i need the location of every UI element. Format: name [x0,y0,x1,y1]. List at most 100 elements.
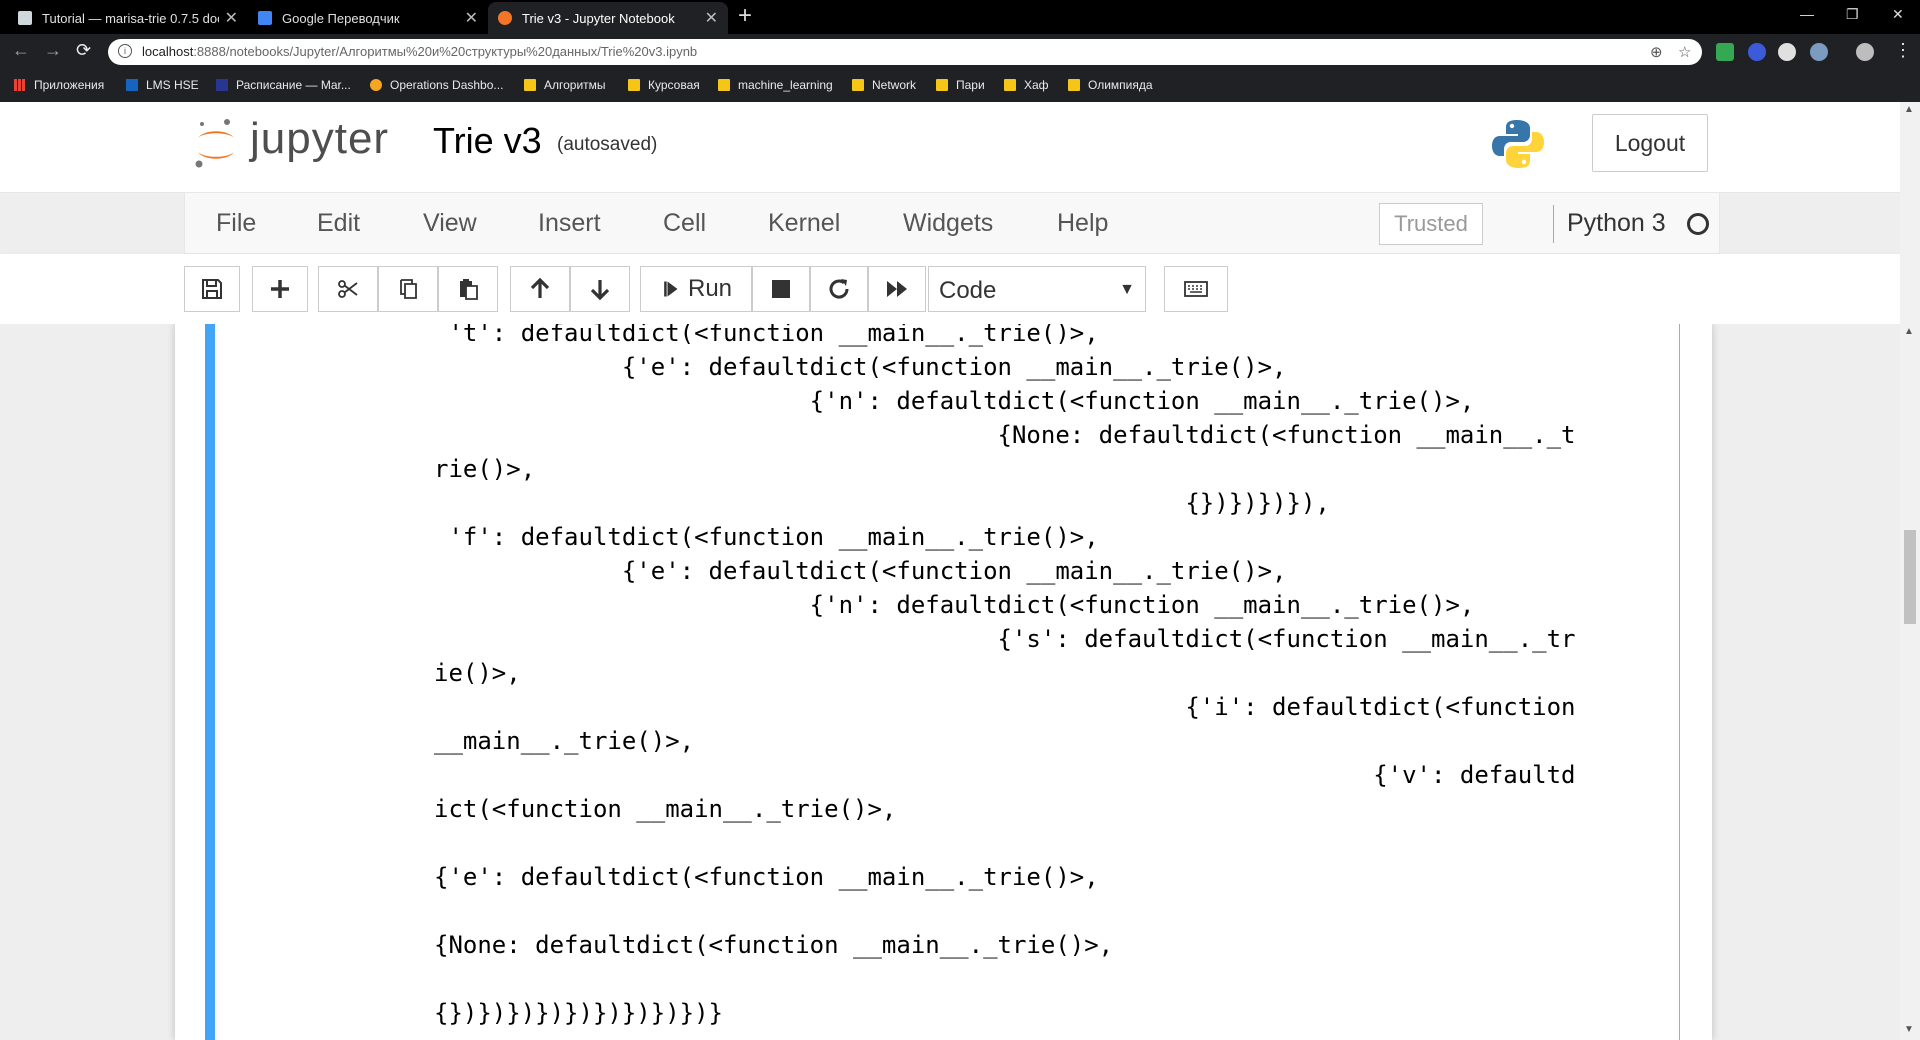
scroll-up-arrow-icon[interactable]: ▲ [1904,104,1914,115]
cell-type-value: Code [939,277,997,304]
bookmark-operations-dashboard[interactable]: Operations Dashbo... [370,78,503,92]
insert-cell-below-button[interactable] [252,266,308,312]
fast-forward-icon [887,281,907,297]
output-line: {'n': defaultdict(<function __main__._tr… [434,591,1475,619]
save-button[interactable] [184,266,240,312]
bookmark-folder-algorithms[interactable]: Алгоритмы [524,78,606,92]
apps-grid-icon [14,79,26,91]
browser-tab-strip: Tutorial — marisa-trie 0.7.5 docu ✕ Goog… [0,0,1920,34]
close-window-icon[interactable]: ✕ [1892,6,1904,23]
zoom-icon[interactable]: ⊕ [1650,43,1663,61]
restart-run-all-button[interactable] [868,266,926,312]
notebook-name[interactable]: Trie v3 [433,120,542,162]
bookmark-folder-pari[interactable]: Пари [936,78,985,92]
menu-insert[interactable]: Insert [538,209,601,238]
folder-icon [936,79,948,91]
site-info-icon[interactable]: i [118,44,132,58]
folder-icon [852,79,864,91]
bookmark-schedule[interactable]: Расписание — Mar... [216,78,351,92]
restart-kernel-button[interactable] [810,266,868,312]
close-tab-icon[interactable]: ✕ [705,8,718,28]
extension-icon[interactable] [1778,43,1796,61]
cell-selection-bar [205,324,215,1040]
menu-file[interactable]: File [216,209,256,238]
bookmark-apps[interactable]: Приложения [14,78,104,92]
output-line: {'e': defaultdict(<function __main__._tr… [434,863,1099,891]
cut-cells-button[interactable] [318,266,378,312]
run-button[interactable]: Run [640,266,752,312]
bookmarks-bar: Приложения LMS HSE Расписание — Mar... O… [0,70,1920,102]
kernel-name[interactable]: Python 3 [1567,209,1666,238]
scroll-up-arrow-icon[interactable]: ▲ [1904,326,1914,337]
bookmark-folder-olympiad[interactable]: Олимпияда [1068,78,1153,92]
interrupt-kernel-button[interactable] [752,266,810,312]
arrow-down-icon [590,280,610,301]
keyboard-icon [1184,281,1208,297]
bookmark-folder-machine-learning[interactable]: machine_learning [718,78,833,92]
bookmark-folder-coursework[interactable]: Курсовая [628,78,700,92]
extension-icon[interactable] [1748,43,1766,61]
forward-icon[interactable]: → [44,40,62,61]
browser-tab-3-active[interactable]: Trie v3 - Jupyter Notebook ✕ [488,2,728,34]
output-line: {'e': defaultdict(<function __main__._tr… [434,557,1287,585]
move-cell-up-button[interactable] [510,266,570,312]
arrow-up-icon [530,277,550,298]
browser-toolbar: ← → ⟳ i localhost:8888/notebooks/Jupyter… [0,34,1920,70]
jupyter-logo-text[interactable]: jupyter [250,114,389,164]
minimize-window-icon[interactable]: — [1800,6,1814,22]
address-bar[interactable]: i localhost:8888/notebooks/Jupyter/Алгор… [108,39,1702,65]
notebook-menubar: File Edit View Insert Cell Kernel Widget… [184,192,1720,254]
copy-cells-button[interactable] [378,266,438,312]
folder-icon [628,79,640,91]
bookmark-star-icon[interactable]: ☆ [1678,43,1691,61]
output-line: 't': defaultdict(<function __main__._tri… [434,324,1099,347]
paste-cells-button[interactable] [438,266,498,312]
close-tab-icon[interactable]: ✕ [465,8,478,28]
bookmark-lms-hse[interactable]: LMS HSE [126,78,199,92]
scrollbar-thumb[interactable] [1904,530,1916,624]
restore-window-icon[interactable]: ❐ [1846,6,1859,23]
reload-icon[interactable]: ⟳ [76,40,91,61]
cell-type-select[interactable]: Code ▼ [928,266,1146,312]
docs-favicon-icon [18,11,32,25]
browser-menu-icon[interactable]: ⋮ [1894,40,1912,61]
extension-icon[interactable] [1810,43,1828,61]
menu-kernel[interactable]: Kernel [768,209,840,238]
scroll-down-arrow-icon[interactable]: ▼ [1904,1024,1914,1035]
menu-edit[interactable]: Edit [317,209,360,238]
command-palette-button[interactable] [1164,266,1228,312]
jupyter-header: jupyter Trie v3 (autosaved) Logout [0,102,1900,193]
folder-icon [1068,79,1080,91]
move-cell-down-button[interactable] [570,266,630,312]
lms-icon [126,79,138,91]
menu-widgets[interactable]: Widgets [903,209,993,238]
jupyter-favicon-icon [498,11,512,25]
notebook-area: 't': defaultdict(<function __main__._tri… [0,324,1900,1040]
output-line: __main__._trie()>, [434,727,695,755]
back-icon[interactable]: ← [12,40,30,61]
menu-view[interactable]: View [423,209,477,238]
menu-help[interactable]: Help [1057,209,1108,238]
browser-tab-1[interactable]: Tutorial — marisa-trie 0.7.5 docu ✕ [8,2,248,34]
tab-title: Tutorial — marisa-trie 0.7.5 docu [42,10,219,26]
page-scrollbar[interactable]: ▲ ▲ ▼ [1900,102,1920,1040]
browser-tab-2[interactable]: Google Переводчик ✕ [248,2,488,34]
stop-icon [772,280,790,298]
new-tab-icon[interactable]: + [738,4,752,28]
cell-output: 't': defaultdict(<function __main__._tri… [434,324,1674,1030]
profile-avatar-icon[interactable] [1856,43,1874,61]
logout-button[interactable]: Logout [1592,114,1708,172]
output-line: ie()>, [434,659,521,687]
menu-cell[interactable]: Cell [663,209,706,238]
trusted-indicator[interactable]: Trusted [1379,203,1483,245]
jupyter-logo-icon[interactable] [193,116,239,172]
bookmark-folder-network[interactable]: Network [852,78,916,92]
close-tab-icon[interactable]: ✕ [225,8,238,28]
output-line: ict(<function __main__._trie()>, [434,795,897,823]
bookmark-folder-haf[interactable]: Хаф [1004,78,1049,92]
output-line: {})})})}), [434,489,1330,517]
autosave-status: (autosaved) [557,134,658,155]
folder-icon [1004,79,1016,91]
shield-extension-icon[interactable] [1716,43,1734,61]
